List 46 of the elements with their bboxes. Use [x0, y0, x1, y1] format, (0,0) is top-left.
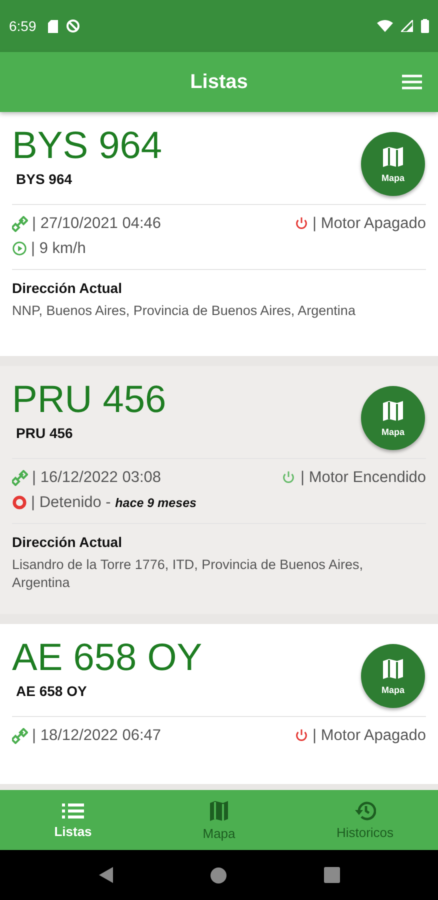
wifi-icon [377, 20, 393, 32]
engine-status: | Motor Apagado [312, 214, 426, 232]
vehicle-card[interactable]: PRU 456 PRU 456 Mapa | 16/12/2022 03:08 | Motor Encendido | Detenido - hace 9 meses Dirección Actual Lisandro de la Torre 1776, ITD, Provincia de Buenos Aires, Argentina [0, 366, 438, 614]
plate-number: BYS 964 [12, 124, 162, 168]
map-icon [381, 399, 405, 423]
nav-tab[interactable]: Historicos [292, 790, 438, 850]
map-button[interactable]: Mapa [361, 132, 425, 196]
signal-icon [401, 20, 413, 32]
plate-subtitle: PRU 456 [16, 425, 73, 441]
last-report-time: | 16/12/2022 03:08 [32, 468, 162, 486]
plate-number: AE 658 OY [12, 636, 202, 680]
plate-number: PRU 456 [12, 378, 166, 422]
map-icon [209, 800, 229, 822]
engine-status: | Motor Apagado [312, 726, 426, 744]
motion-status: | 9 km/h [31, 240, 86, 258]
status-time: 6:59 [9, 18, 36, 34]
plate-subtitle: AE 658 OY [16, 683, 87, 699]
address-text: NNP, Buenos Aires, Provincia de Buenos Aires, Argentina [12, 302, 356, 320]
play-icon [12, 241, 27, 256]
nav-tab[interactable]: Listas [0, 790, 146, 850]
home-icon[interactable] [210, 866, 228, 884]
list-icon [62, 802, 84, 820]
vehicle-card[interactable]: BYS 964 BYS 964 Mapa | 27/10/2021 04:46 | Motor Apagado | 9 km/h Dirección Actual NNP, Buenos Aires, Provincia de Buenos Aires, Argentina [0, 112, 438, 356]
recents-icon[interactable] [324, 867, 340, 883]
stop-icon [12, 495, 27, 510]
plate-subtitle: BYS 964 [16, 171, 72, 187]
sd-card-icon [48, 20, 58, 32]
history-icon [354, 800, 376, 820]
address-label: Dirección Actual [12, 280, 122, 296]
app-title: Listas [190, 70, 248, 94]
map-button[interactable]: Mapa [361, 644, 425, 708]
blocked-icon [66, 19, 80, 33]
map-icon [381, 657, 405, 681]
last-report-time: | 27/10/2021 04:46 [32, 214, 162, 232]
map-button[interactable]: Mapa [361, 386, 425, 450]
nav-tab[interactable]: Mapa [146, 790, 292, 850]
battery-icon [421, 19, 429, 33]
menu-icon[interactable] [402, 74, 422, 90]
address-text: Lisandro de la Torre 1776, ITD, Provincia de Buenos Aires, Argentina [12, 556, 364, 592]
map-icon [381, 145, 405, 169]
engine-status: | Motor Encendido [300, 468, 426, 486]
vehicle-card[interactable]: AE 658 OY AE 658 OY Mapa | 18/12/2022 06:47 | Motor Apagado [0, 624, 438, 784]
motion-status: | Detenido - hace 9 meses [31, 494, 196, 512]
last-report-time: | 18/12/2022 06:47 [32, 726, 162, 744]
back-icon[interactable] [98, 866, 114, 884]
address-label: Dirección Actual [12, 534, 122, 550]
